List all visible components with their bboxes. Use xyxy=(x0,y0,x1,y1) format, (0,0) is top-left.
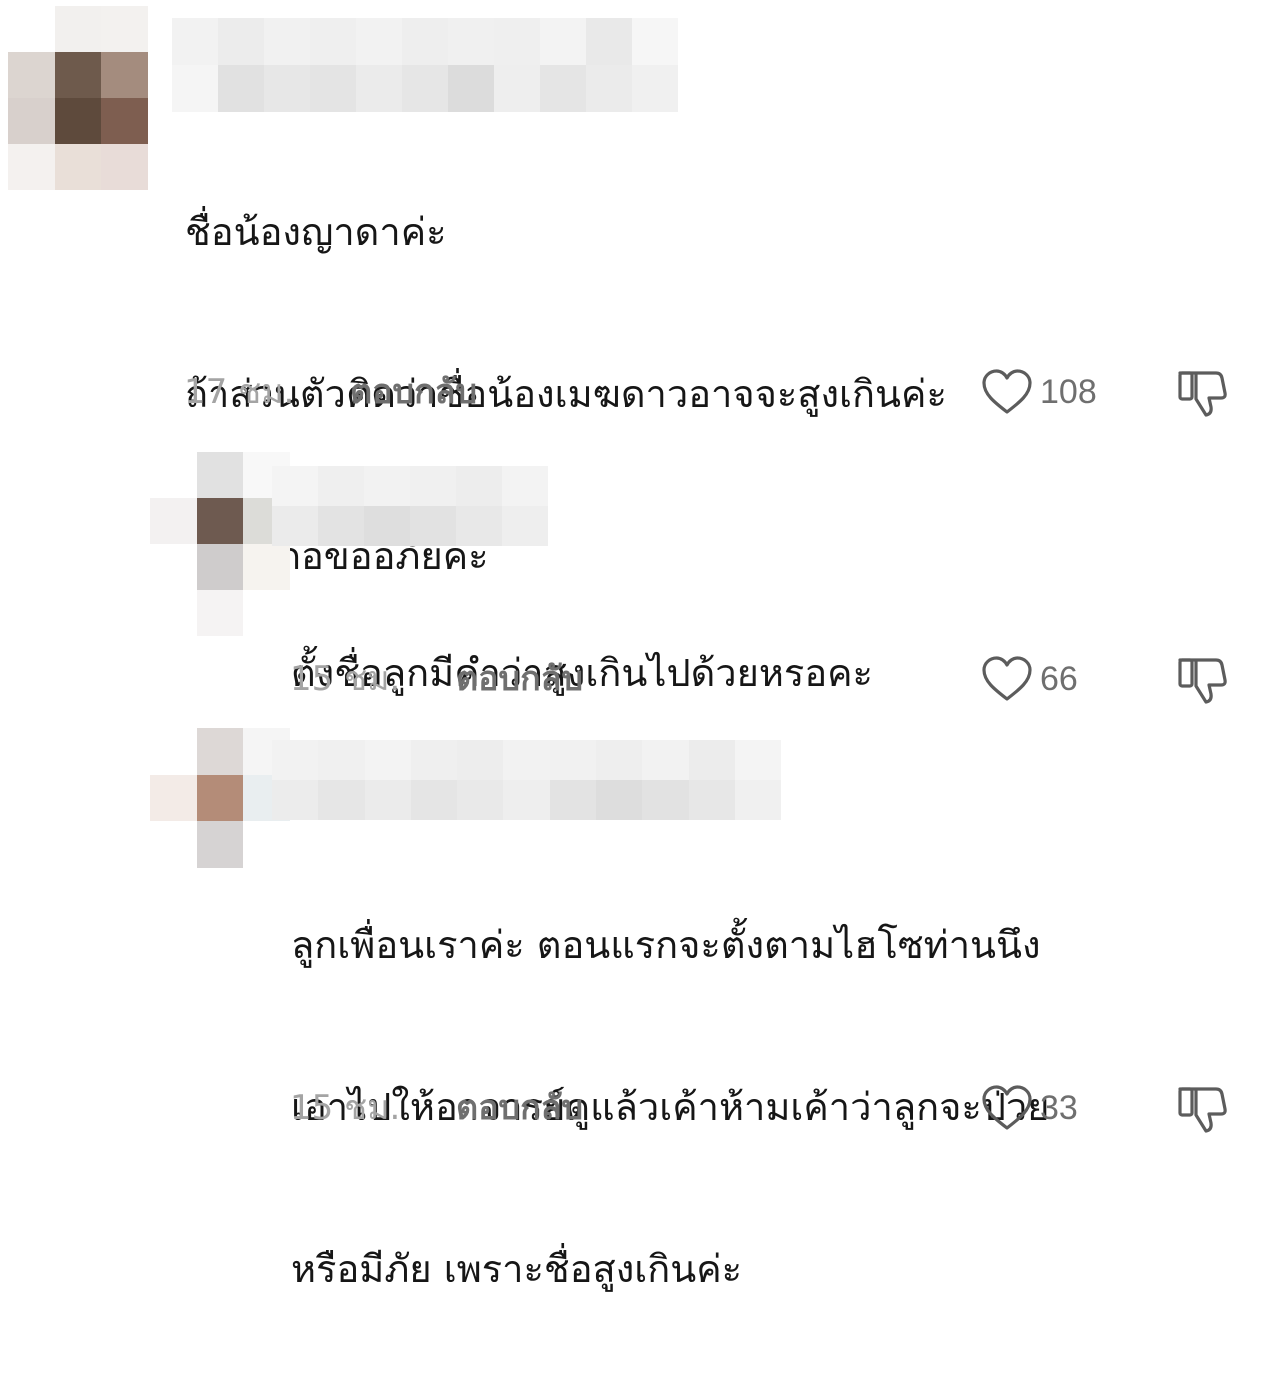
like-count: 66 xyxy=(1040,659,1078,698)
like-button[interactable]: 108 xyxy=(980,368,1097,416)
avatar[interactable] xyxy=(150,452,290,636)
comment-item: ตั้งชื่อลูกมีคำว่าสูงเกินไปด้วยหรอคะ 15 … xyxy=(0,430,1280,720)
dislike-button[interactable] xyxy=(1174,652,1230,708)
avatar[interactable] xyxy=(150,728,290,868)
reply-button[interactable]: ตอบกลับ xyxy=(456,659,583,699)
reply-button[interactable]: ตอบกลับ xyxy=(456,1088,583,1128)
username-redacted[interactable] xyxy=(272,466,548,546)
like-count: 33 xyxy=(1040,1088,1078,1127)
avatar[interactable] xyxy=(8,6,148,190)
heart-icon xyxy=(980,368,1034,416)
like-button[interactable]: 66 xyxy=(980,655,1078,703)
comment-item: ลูกเพื่อนเราค่ะ ตอนแรกจะตั้งตามไฮโซท่านน… xyxy=(0,720,1280,1291)
username-redacted[interactable] xyxy=(272,740,782,820)
timestamp: 17 ชม. xyxy=(184,372,295,412)
comment-item: ชื่อน้องญาดาค่ะ ถ้าส่วนตัวคิดว่าชื่อน้อง… xyxy=(0,0,1280,578)
thumbs-down-icon xyxy=(1174,652,1230,708)
like-button[interactable]: 33 xyxy=(980,1084,1078,1132)
comment-line: ลูกเพื่อนเราค่ะ ตอนแรกจะตั้งตามไฮโซท่านน… xyxy=(291,923,1041,967)
timestamp: 15 ชม. xyxy=(290,1088,401,1128)
thumbs-down-icon xyxy=(1174,1081,1230,1137)
username-redacted[interactable] xyxy=(172,18,678,112)
heart-icon xyxy=(980,1084,1034,1132)
dislike-button[interactable] xyxy=(1174,365,1230,421)
thumbs-down-icon xyxy=(1174,365,1230,421)
comment-meta: 15 ชม. ตอบกลับ xyxy=(0,659,1280,699)
timestamp: 15 ชม. xyxy=(290,659,401,699)
comment-meta: 15 ชม. ตอบกลับ xyxy=(0,1088,1280,1128)
comment-line: หรือมีภัย เพราะชื่อสูงเกินค่ะ xyxy=(291,1247,743,1291)
comment-line: ชื่อน้องญาดาค่ะ xyxy=(185,210,447,254)
dislike-button[interactable] xyxy=(1174,1081,1230,1137)
reply-button[interactable]: ตอบกลับ xyxy=(350,372,477,412)
heart-icon xyxy=(980,655,1034,703)
like-count: 108 xyxy=(1040,372,1097,411)
